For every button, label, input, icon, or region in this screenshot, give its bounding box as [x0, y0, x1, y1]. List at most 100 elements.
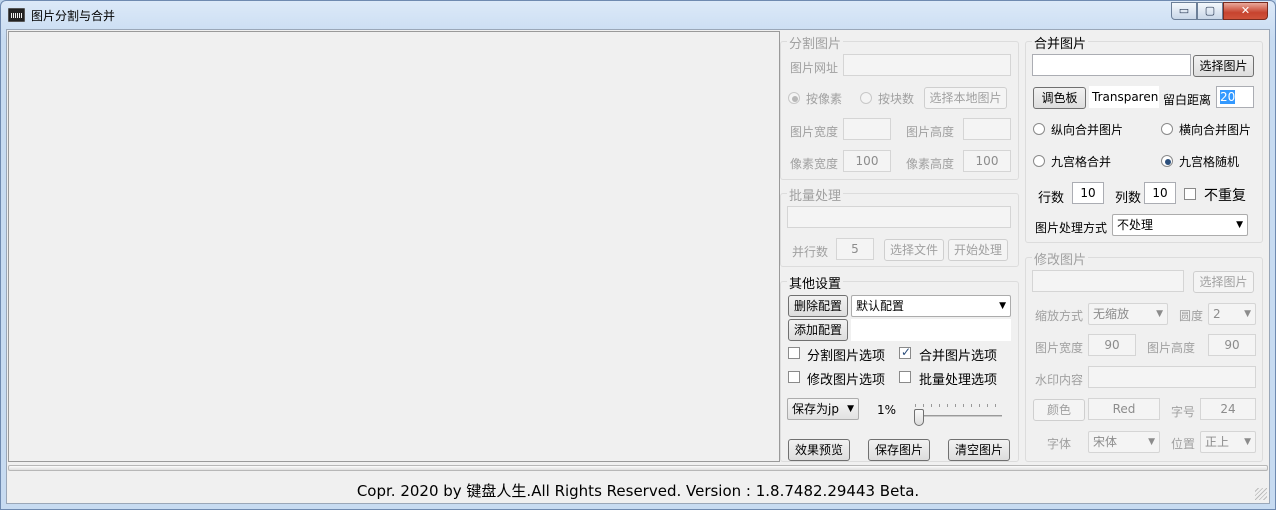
modify-height-label: 图片高度 [1147, 341, 1196, 355]
palette-button[interactable]: 调色板 [1033, 87, 1086, 109]
split-url-label: 图片网址 [790, 61, 839, 75]
split-img-height-input[interactable] [963, 118, 1011, 140]
quality-value: 1% [877, 403, 897, 417]
split-by-pixel-radio[interactable] [788, 92, 800, 104]
nine-merge-radio[interactable] [1033, 155, 1045, 167]
modify-width-input[interactable]: 90 [1088, 334, 1136, 356]
chevron-down-icon: ▼ [1148, 437, 1155, 447]
horizontal-merge-radio[interactable] [1161, 123, 1173, 135]
split-by-block-radio[interactable] [860, 92, 872, 104]
clear-image-button[interactable]: 清空图片 [948, 439, 1010, 461]
no-repeat-checkbox[interactable] [1184, 188, 1196, 200]
merge-group-title: 合并图片 [1032, 33, 1089, 52]
split-by-pixel-label: 按像素 [806, 92, 843, 106]
radius-select[interactable]: 2 ▼ [1208, 303, 1256, 325]
quality-slider-thumb[interactable] [914, 409, 924, 426]
batch-threads-input[interactable]: 5 [836, 238, 874, 260]
cols-input[interactable]: 10 [1144, 182, 1176, 204]
config-name-input[interactable] [851, 319, 1011, 341]
save-format-value: 保存为jp [792, 402, 839, 416]
nine-random-radio[interactable] [1161, 155, 1173, 167]
rows-input[interactable]: 10 [1072, 182, 1104, 204]
select-local-image-button[interactable]: 选择本地图片 [924, 87, 1007, 109]
split-px-width-input[interactable]: 100 [843, 150, 891, 172]
scale-mode-select[interactable]: 无缩放 ▼ [1088, 303, 1168, 325]
opt-batch-label: 批量处理选项 [919, 373, 998, 388]
process-mode-select[interactable]: 不处理 ▼ [1112, 214, 1248, 236]
preview-button[interactable]: 效果预览 [788, 439, 850, 461]
split-px-height-label: 像素高度 [906, 157, 955, 171]
opt-batch-checkbox[interactable] [899, 371, 911, 383]
image-preview-canvas[interactable] [8, 31, 780, 462]
split-group-title: 分割图片 [787, 33, 844, 52]
batch-start-button[interactable]: 开始处理 [948, 239, 1008, 261]
split-url-input[interactable] [843, 54, 1011, 76]
watermark-label: 水印内容 [1035, 373, 1084, 387]
title-bar[interactable]: 图片分割与合并 ▭ ▢ ✕ [1, 1, 1275, 29]
chevron-down-icon: ▼ [1236, 220, 1243, 230]
resize-grip-icon[interactable] [1255, 488, 1267, 500]
opt-modify-checkbox[interactable] [788, 371, 800, 383]
modify-group-title: 修改图片 [1032, 249, 1089, 268]
merge-select-image-button[interactable]: 选择图片 [1193, 55, 1254, 77]
cols-label: 列数 [1115, 191, 1142, 206]
modify-width-label: 图片宽度 [1035, 341, 1084, 355]
font-value: 宋体 [1093, 435, 1118, 449]
config-select[interactable]: 默认配置 ▼ [851, 295, 1011, 317]
batch-path-input[interactable] [787, 206, 1011, 228]
no-repeat-label: 不重复 [1204, 188, 1246, 204]
modify-path-input[interactable] [1032, 270, 1184, 292]
scale-mode-value: 无缩放 [1093, 307, 1130, 321]
split-img-width-input[interactable] [843, 118, 891, 140]
quality-slider-track[interactable] [915, 415, 1002, 417]
horizontal-splitter[interactable] [8, 465, 1268, 471]
status-bar: Copr. 2020 by 键盘人生.All Rights Reserved. … [8, 476, 1268, 502]
chevron-down-icon: ▼ [999, 301, 1006, 311]
minimize-button[interactable]: ▭ [1171, 2, 1197, 20]
app-icon [8, 8, 25, 22]
batch-threads-label: 并行数 [792, 245, 829, 259]
config-select-value: 默认配置 [856, 299, 905, 313]
add-config-button[interactable]: 添加配置 [788, 319, 848, 341]
modify-select-image-button[interactable]: 选择图片 [1193, 271, 1254, 293]
save-image-button[interactable]: 保存图片 [868, 439, 930, 461]
opt-merge-checkbox[interactable] [899, 345, 911, 359]
process-mode-label: 图片处理方式 [1035, 221, 1108, 235]
font-label: 字体 [1047, 437, 1072, 451]
delete-config-button[interactable]: 删除配置 [788, 295, 848, 317]
opt-split-checkbox[interactable] [788, 347, 800, 359]
opt-modify-label: 修改图片选项 [807, 373, 886, 388]
save-format-select[interactable]: 保存为jp ▼ [787, 398, 859, 420]
batch-group-title: 批量处理 [787, 185, 844, 204]
position-label: 位置 [1171, 437, 1196, 451]
fontsize-input[interactable]: 24 [1200, 398, 1256, 420]
merge-color-input[interactable]: Transparen [1089, 86, 1159, 108]
opt-split-label: 分割图片选项 [807, 349, 886, 364]
watermark-input[interactable] [1088, 366, 1256, 388]
font-select[interactable]: 宋体 ▼ [1088, 431, 1160, 453]
split-img-height-label: 图片高度 [906, 125, 955, 139]
close-button[interactable]: ✕ [1223, 2, 1268, 20]
watermark-color-button[interactable]: 颜色 [1033, 399, 1085, 421]
nine-random-label: 九宫格随机 [1179, 155, 1240, 169]
modify-height-input[interactable]: 90 [1208, 334, 1256, 356]
maximize-button[interactable]: ▢ [1197, 2, 1223, 20]
chevron-down-icon: ▼ [847, 404, 854, 414]
vertical-merge-radio[interactable] [1033, 123, 1045, 135]
rows-label: 行数 [1038, 191, 1065, 206]
split-by-block-label: 按块数 [878, 92, 915, 106]
split-img-width-label: 图片宽度 [790, 125, 839, 139]
radius-label: 圆度 [1179, 309, 1204, 323]
batch-select-file-button[interactable]: 选择文件 [884, 239, 944, 261]
position-select[interactable]: 正上 ▼ [1200, 431, 1256, 453]
window-title: 图片分割与合并 [31, 9, 116, 23]
split-px-width-label: 像素宽度 [790, 157, 839, 171]
chevron-down-icon: ▼ [1244, 309, 1251, 319]
quality-slider-ticks [915, 404, 1002, 407]
margin-input[interactable]: 20 [1216, 86, 1254, 108]
split-px-height-input[interactable]: 100 [963, 150, 1011, 172]
chevron-down-icon: ▼ [1156, 309, 1163, 319]
merge-path-input[interactable] [1032, 54, 1191, 76]
watermark-color-input[interactable]: Red [1088, 398, 1160, 420]
fontsize-label: 字号 [1171, 405, 1196, 419]
